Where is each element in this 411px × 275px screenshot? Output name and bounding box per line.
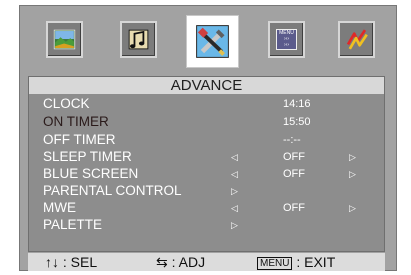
right-arrow-icon[interactable]: ▷ bbox=[349, 149, 356, 165]
tab-audio[interactable] bbox=[120, 21, 157, 58]
right-arrow-icon[interactable]: ▷ bbox=[231, 183, 238, 199]
left-arrow-icon[interactable]: ◁ bbox=[231, 166, 238, 182]
panel-title: ADVANCE bbox=[29, 77, 384, 94]
tab-menu[interactable]: MENU ››› ››› bbox=[268, 21, 305, 58]
select-hint: ↑↓ : SEL bbox=[45, 253, 97, 271]
blue-screen-value: OFF bbox=[283, 168, 305, 180]
audio-icon bbox=[128, 29, 149, 50]
menu-item-on-timer[interactable]: ON TIMER bbox=[43, 114, 109, 130]
left-right-arrow-icon: ⇆ bbox=[156, 254, 168, 270]
advance-panel: ADVANCE CLOCK 14:16 ON TIMER 15:50 OFF T… bbox=[28, 76, 385, 252]
up-down-arrow-icon: ↑↓ bbox=[45, 254, 59, 270]
mwe-value: OFF bbox=[283, 202, 305, 214]
adjust-hint-label: : ADJ bbox=[171, 254, 206, 270]
adjust-hint: ⇆ : ADJ bbox=[156, 253, 205, 271]
select-hint-label: : SEL bbox=[62, 254, 98, 270]
left-arrow-icon[interactable]: ◁ bbox=[231, 149, 238, 165]
menu-item-mwe[interactable]: MWE bbox=[43, 200, 76, 216]
right-arrow-icon[interactable]: ▷ bbox=[349, 200, 356, 216]
menu-item-parental-control[interactable]: PARENTAL CONTROL bbox=[43, 183, 182, 199]
menu-item-sleep-timer[interactable]: SLEEP TIMER bbox=[43, 149, 132, 165]
osd-screen: MENU ››› ››› ADVANCE CLOCK 14:16 ON TIMER … bbox=[0, 0, 411, 275]
left-arrow-icon[interactable]: ◁ bbox=[231, 200, 238, 216]
menu-item-palette[interactable]: PALETTE bbox=[43, 217, 102, 233]
help-footer: ↑↓ : SEL ⇆ : ADJ MENU : EXIT bbox=[28, 253, 385, 271]
tools-icon bbox=[196, 25, 229, 58]
tab-picture[interactable] bbox=[46, 21, 83, 58]
menu-icon: MENU ››› ››› bbox=[276, 29, 297, 50]
tab-bar: MENU ››› ››› bbox=[26, 10, 390, 72]
menu-item-blue-screen[interactable]: BLUE SCREEN bbox=[43, 166, 138, 182]
menu-key-icon: MENU bbox=[257, 257, 293, 270]
clock-value: 14:16 bbox=[283, 98, 311, 110]
antenna-icon bbox=[346, 29, 368, 50]
tab-channel[interactable] bbox=[338, 21, 375, 58]
menu-item-clock[interactable]: CLOCK bbox=[43, 96, 90, 112]
right-arrow-icon[interactable]: ▷ bbox=[231, 217, 238, 233]
menu-item-off-timer[interactable]: OFF TIMER bbox=[43, 132, 116, 148]
sleep-timer-value: OFF bbox=[283, 151, 305, 163]
exit-hint-label: : EXIT bbox=[296, 254, 336, 270]
right-arrow-icon[interactable]: ▷ bbox=[349, 166, 356, 182]
tab-advance[interactable] bbox=[186, 15, 239, 68]
exit-hint: MENU : EXIT bbox=[257, 253, 335, 271]
on-timer-value: 15:50 bbox=[283, 116, 311, 128]
picture-icon bbox=[53, 29, 76, 50]
off-timer-value: --:-- bbox=[283, 134, 301, 146]
